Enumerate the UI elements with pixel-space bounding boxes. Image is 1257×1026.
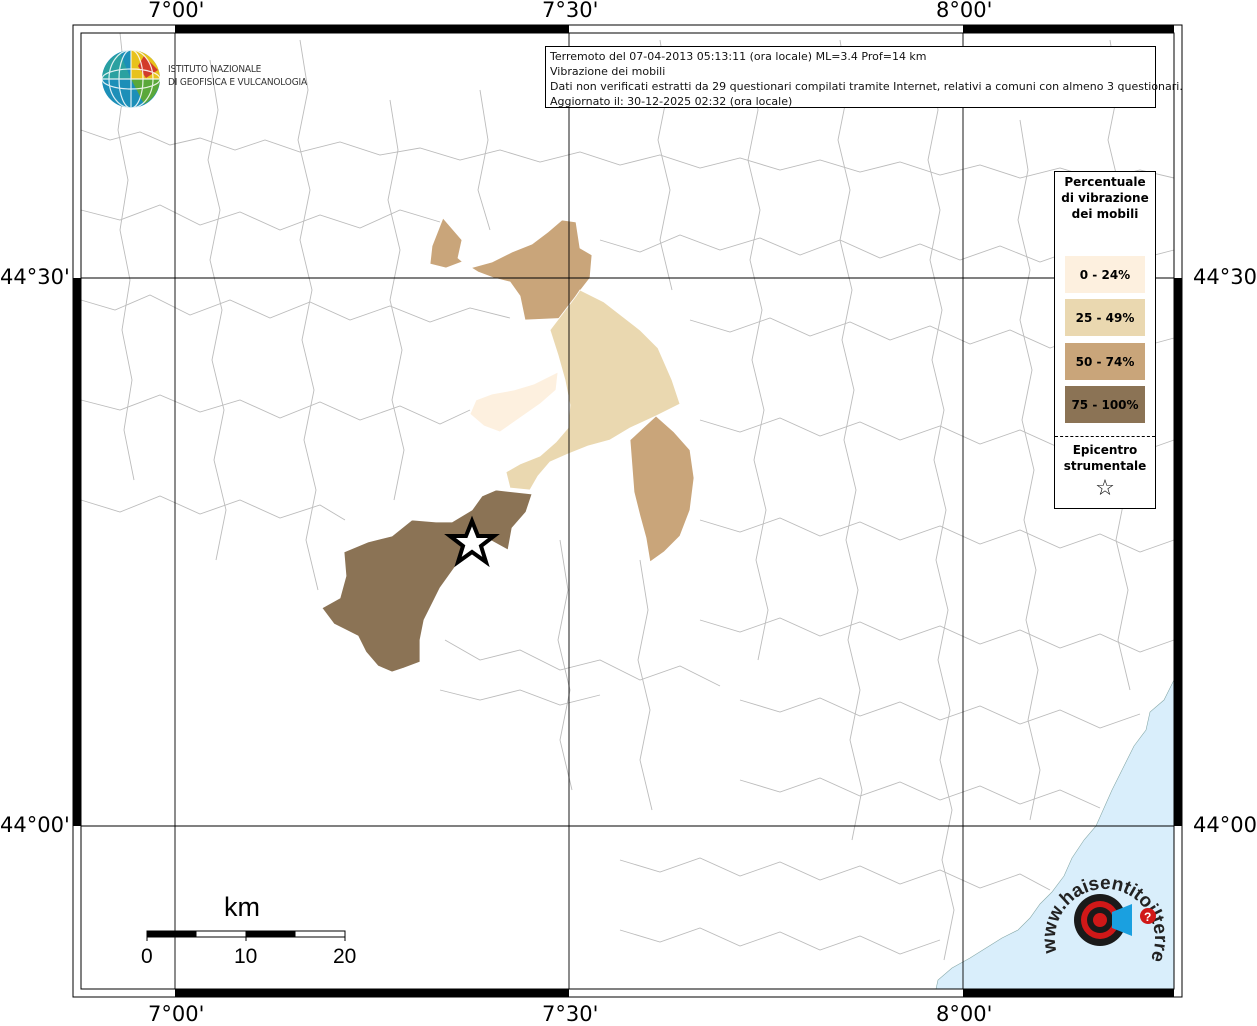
map-area [81,33,1174,989]
scale-tick-20: 20 [333,945,357,968]
legend-label-50-74: 50 - 74% [1075,354,1135,369]
globe-icon [101,49,161,109]
event-info-line4: Aggiornato il: 30-12-2025 02:32 (ora loc… [550,95,793,108]
legend-epicenter-label: Epicentro strumentale [1063,443,1147,473]
legend-item-50-74: 50 - 74% [1065,343,1145,380]
target-icon: www.haisentitoilterremoto.it ? [1032,844,1171,965]
lon-label-top-700: 7°00' [148,0,205,22]
ingv-name-line2: DI GEOFISICA E VULCANOLOGIA [168,77,307,88]
legend-label-0-24: 0 - 24% [1079,267,1131,282]
lat-label-left-4430: 44°30' [0,265,70,289]
scale-unit-label: km [224,892,260,922]
event-info-line2: Vibrazione dei mobili [550,65,666,78]
legend-item-75-100: 75 - 100% [1065,386,1145,423]
lon-label-bottom-800: 8°00' [936,1002,993,1026]
svg-text:?: ? [1144,910,1151,924]
legend-label-25-49: 25 - 49% [1075,310,1135,325]
legend-divider [1055,436,1155,437]
event-info-line3: Dati non verificati estratti da 29 quest… [550,80,1183,93]
legend: Percentuale di vibrazione dei mobili 0 -… [1054,171,1156,509]
lon-label-bottom-700: 7°00' [148,1002,205,1026]
legend-item-25-49: 25 - 49% [1065,299,1145,336]
lon-label-top-800: 8°00' [936,0,993,22]
scale-tick-10: 10 [234,945,258,968]
ingv-name-line1: ISTITUTO NAZIONALE [168,64,262,75]
ingv-logo: ISTITUTO NAZIONALE DI GEOFISICA E VULCAN… [100,48,330,110]
legend-epicenter-star-icon: ☆ [1095,476,1115,501]
scale-tick-0: 0 [141,945,153,968]
event-info-box: Terremoto del 07-04-2013 05:13:11 (ora l… [545,46,1183,108]
event-info-line1: Terremoto del 07-04-2013 05:13:11 (ora l… [550,50,927,63]
lat-label-left-4400: 44°00' [0,813,70,837]
lat-label-right-4430: 44°30' [1193,265,1257,289]
lat-label-right-4400: 44°00' [1193,813,1257,837]
lon-label-bottom-730: 7°30' [542,1002,599,1026]
legend-title: Percentuale di vibrazione dei mobili [1061,175,1149,221]
haisentito-logo: www.haisentitoilterremoto.it www.haisent… [1032,844,1171,990]
lon-label-top-730: 7°30' [542,0,599,22]
legend-item-0-24: 0 - 24% [1065,256,1145,293]
legend-label-75-100: 75 - 100% [1071,397,1139,412]
